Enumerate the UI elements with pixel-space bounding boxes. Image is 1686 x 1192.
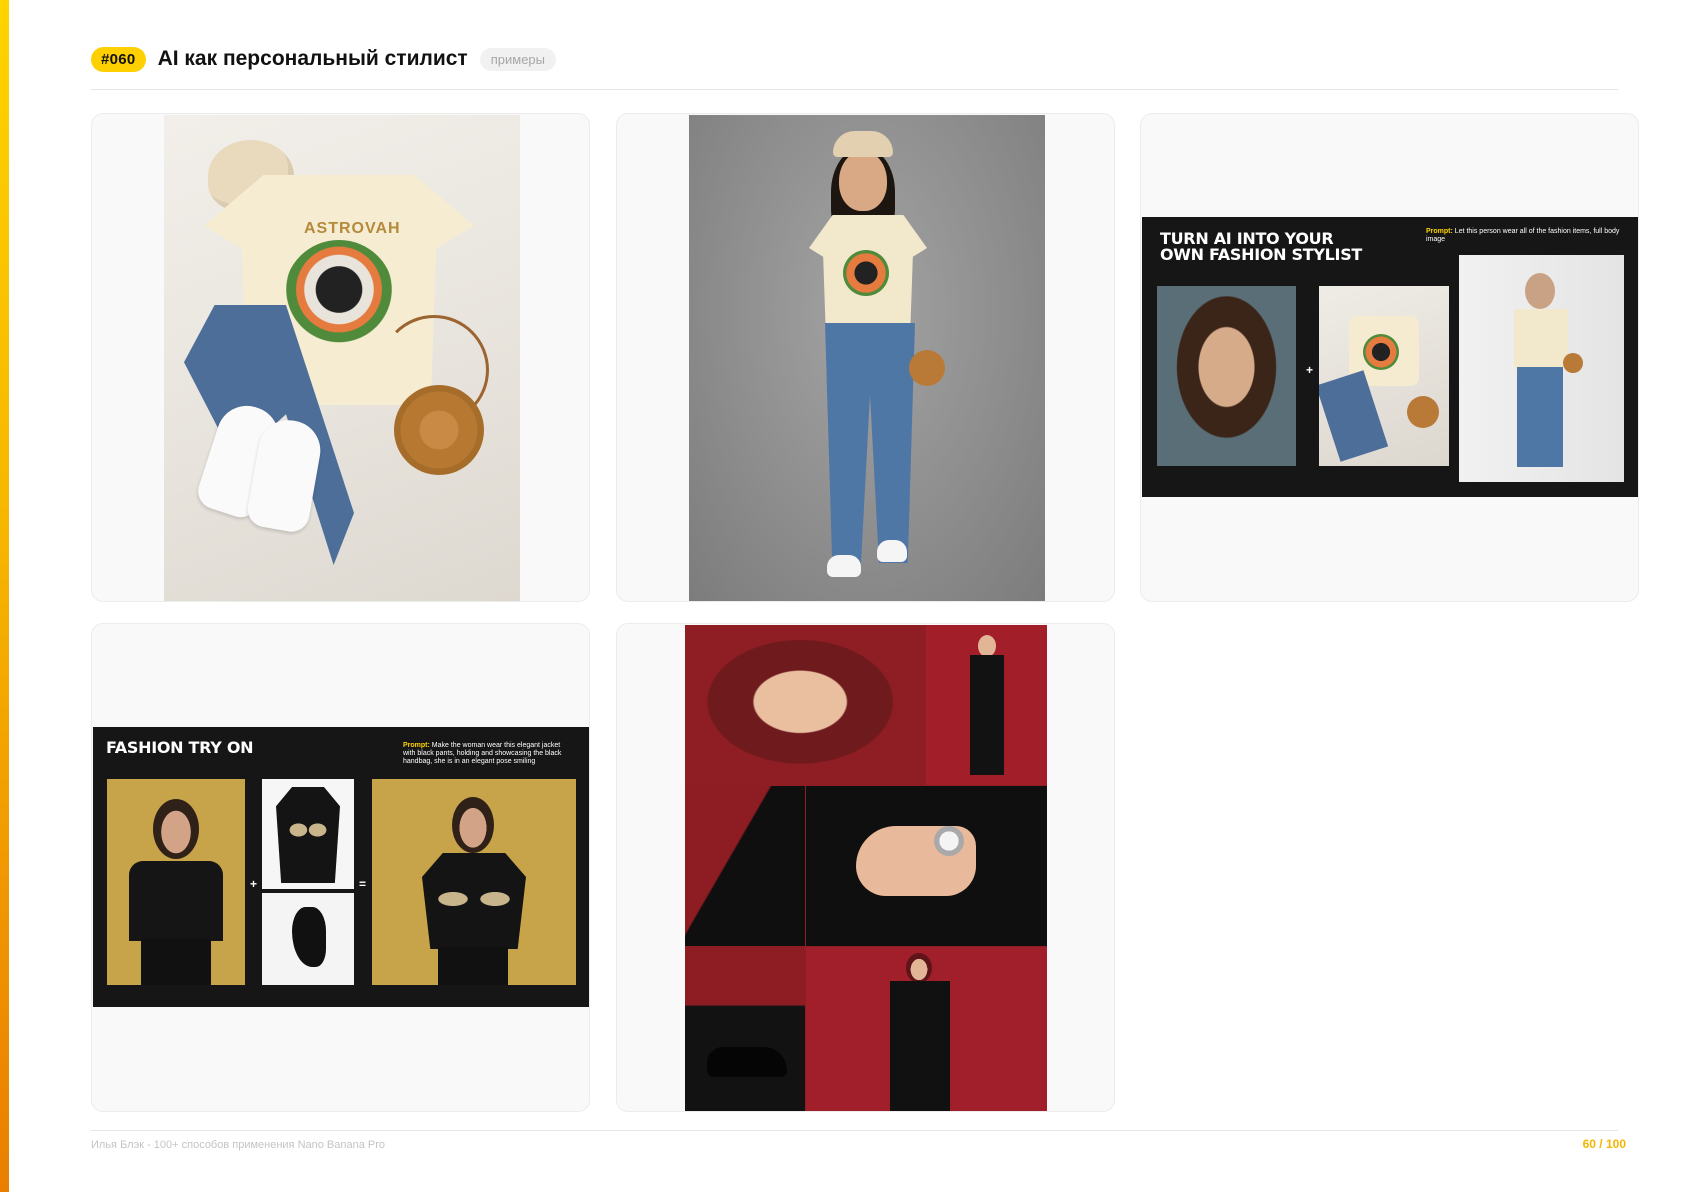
tshirt-print-text: ASTROVAH xyxy=(304,220,401,237)
result-image-tile xyxy=(1459,255,1624,482)
posed-model-tile xyxy=(806,947,1047,1111)
handbag-item-tile xyxy=(262,893,354,985)
accent-bar xyxy=(0,0,9,1192)
equals-sign: = xyxy=(359,877,367,891)
red-suit-collage-image xyxy=(685,625,1047,1111)
page-title: AI как персональный стилист xyxy=(157,47,468,70)
infographic-title: TURN AI INTO YOUR OWN FASHION STYLIST xyxy=(1160,229,1363,264)
portrait-closeup-tile xyxy=(685,625,925,785)
person-portrait-tile xyxy=(1157,286,1296,466)
slide-header: #060 AI как персональный стилист примеры xyxy=(91,44,556,74)
jeans-item xyxy=(825,323,915,563)
example-card-red-collage[interactable] xyxy=(616,623,1115,1112)
footer-credit: Илья Блэк - 100+ способов применения Nan… xyxy=(91,1139,386,1151)
stylist-infographic: TURN AI INTO YOUR OWN FASHION STYLIST Pr… xyxy=(1142,217,1638,497)
tryon-result-tile xyxy=(372,779,576,985)
tshirt-print-art xyxy=(284,240,394,350)
footer-divider xyxy=(91,1130,1618,1131)
shoes-detail-tile xyxy=(685,947,805,1111)
sneaker-item xyxy=(827,555,861,577)
header-divider xyxy=(91,89,1618,90)
infographic-title: FASHION TRY ON xyxy=(106,738,254,757)
model-figure xyxy=(799,125,945,595)
example-card-flatlay[interactable]: ASTROVAH xyxy=(91,113,590,602)
model-outfit-image xyxy=(689,115,1045,601)
rattan-bag-item xyxy=(394,385,484,475)
jacket-item-tile xyxy=(262,779,354,889)
example-card-tryon[interactable]: FASHION TRY ON Prompt: Make the woman we… xyxy=(91,623,590,1112)
infographic-prompt: Prompt: Make the woman wear this elegant… xyxy=(403,742,562,766)
plus-sign: + xyxy=(250,877,258,891)
number-badge: #060 xyxy=(91,46,146,72)
example-card-model[interactable] xyxy=(616,113,1115,602)
woman-original-tile xyxy=(107,779,245,985)
page-indicator: 60 / 100 xyxy=(1582,1137,1626,1151)
outfit-items-tile xyxy=(1319,286,1449,466)
infographic-prompt: Prompt: Let this person wear all of the … xyxy=(1426,228,1620,244)
examples-tag: примеры xyxy=(479,47,556,71)
full-body-tile xyxy=(926,625,1047,785)
watch-icon xyxy=(934,826,964,856)
lapel-detail-tile xyxy=(685,786,805,946)
sneaker-item xyxy=(877,540,907,562)
watch-hand-tile xyxy=(806,786,1047,946)
flatlay-outfit-image: ASTROVAH xyxy=(164,115,520,601)
cap-item xyxy=(833,131,893,157)
tryon-infographic: FASHION TRY ON Prompt: Make the woman we… xyxy=(93,727,589,1007)
rattan-bag-item xyxy=(909,350,945,386)
plus-sign: + xyxy=(1306,363,1314,377)
example-card-stylist[interactable]: TURN AI INTO YOUR OWN FASHION STYLIST Pr… xyxy=(1140,113,1639,602)
